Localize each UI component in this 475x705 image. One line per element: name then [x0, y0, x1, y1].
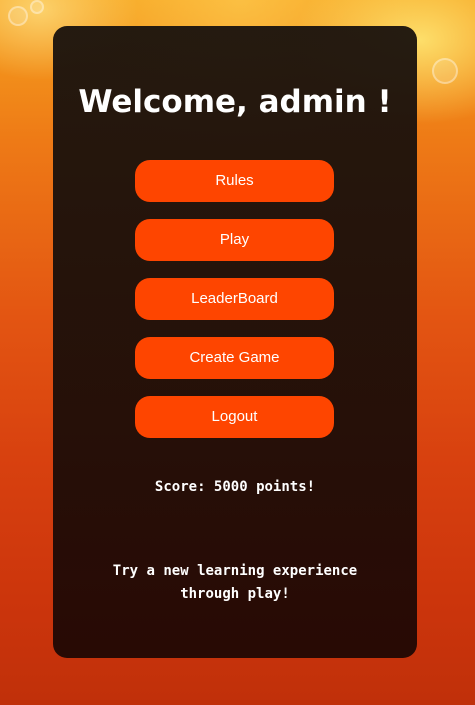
play-button[interactable]: Play — [135, 219, 334, 261]
page-title: Welcome, admin ! — [78, 84, 392, 120]
tagline-text: Try a new learning experience through pl… — [112, 563, 358, 602]
decorative-bubble — [8, 6, 28, 26]
create-game-button[interactable]: Create Game — [135, 337, 334, 379]
rules-button[interactable]: Rules — [135, 160, 334, 202]
score-text: Score: 5000 points! — [154, 479, 316, 495]
leaderboard-button[interactable]: LeaderBoard — [135, 278, 334, 320]
welcome-panel: Welcome, admin ! Rules Play LeaderBoard … — [53, 26, 417, 658]
logout-button[interactable]: Logout — [135, 396, 334, 438]
decorative-bubble — [30, 0, 44, 14]
decorative-bubble — [432, 58, 458, 84]
